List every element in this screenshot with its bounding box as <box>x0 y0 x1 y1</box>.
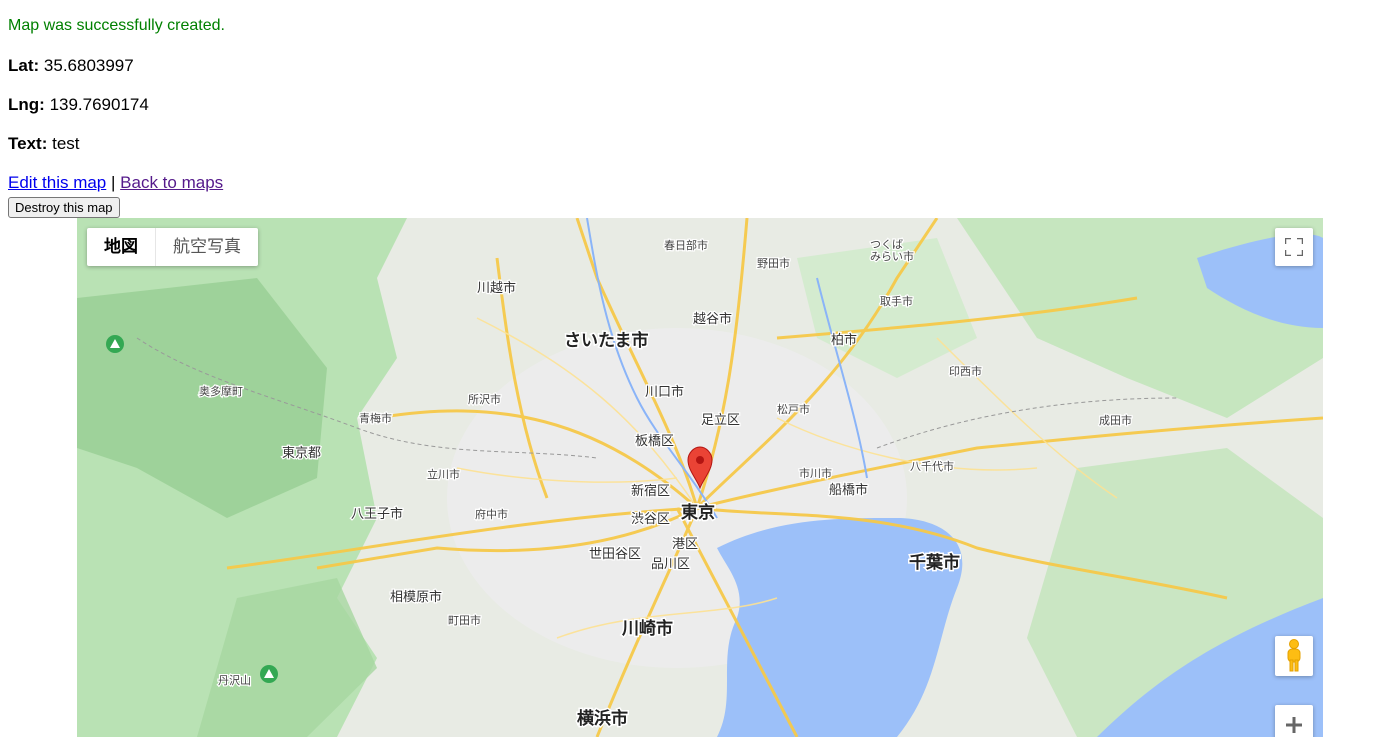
map-label-kasukabe: 春日部市 <box>664 238 708 252</box>
map-label-toride: 取手市 <box>880 294 913 308</box>
map-label-tanzawa: 丹沢山 <box>218 673 251 687</box>
lat-row: Lat: 35.6803997 <box>8 56 134 76</box>
map-label-yachiyo: 八千代市 <box>910 459 954 473</box>
map-base-layer: 東京 さいたま市 千葉市 川崎市 横浜市 川越市 越谷市 川口市 足立区 板橋区… <box>77 218 1323 737</box>
map-label-okutama: 奥多摩町 <box>199 384 243 398</box>
map-label-kawagoe: 川越市 <box>477 280 516 296</box>
map-label-kawaguchi: 川口市 <box>645 384 684 400</box>
map-label-matsudo: 松戸市 <box>777 402 810 416</box>
lng-row: Lng: 139.7690174 <box>8 95 149 115</box>
map-label-tachikawa: 立川市 <box>427 467 460 481</box>
text-label: Text: <box>8 134 48 153</box>
fullscreen-button[interactable] <box>1275 228 1313 266</box>
link-separator: | <box>111 173 116 192</box>
lng-value: 139.7690174 <box>49 95 149 114</box>
map-label-ichikawa: 市川市 <box>799 466 832 480</box>
map-canvas[interactable]: 東京 さいたま市 千葉市 川崎市 横浜市 川越市 越谷市 川口市 足立区 板橋区… <box>77 218 1323 737</box>
text-value: test <box>52 134 80 153</box>
edit-map-link[interactable]: Edit this map <box>8 173 106 192</box>
map-label-shibuya: 渋谷区 <box>631 512 670 527</box>
zoom-in-button[interactable] <box>1275 705 1313 737</box>
map-label-shinagawa: 品川区 <box>651 557 690 572</box>
map-type-control: 地図 航空写真 <box>87 228 258 266</box>
street-view-pegman-button[interactable] <box>1275 636 1313 676</box>
success-notice: Map was successfully created. <box>8 17 225 34</box>
back-to-maps-link[interactable]: Back to maps <box>120 173 223 192</box>
map-label-machida: 町田市 <box>448 613 481 627</box>
map-label-yokohama: 横浜市 <box>577 708 628 729</box>
map-label-inzai: 印西市 <box>949 364 982 378</box>
map-label-minato: 港区 <box>672 537 698 552</box>
map-type-satellite-button[interactable]: 航空写真 <box>156 228 258 266</box>
park-marker-icon <box>106 335 124 353</box>
map-label-adachi: 足立区 <box>701 413 740 428</box>
map-type-map-button[interactable]: 地図 <box>87 228 156 266</box>
map-label-ome: 青梅市 <box>359 411 392 425</box>
action-links: Edit this map | Back to maps <box>8 173 223 193</box>
map-label-hachioji: 八王子市 <box>351 506 403 522</box>
map-label-funabashi: 船橋市 <box>829 482 868 498</box>
lat-value: 35.6803997 <box>43 56 134 75</box>
map-label-narita: 成田市 <box>1099 413 1132 427</box>
map-label-tokyo: 東京 <box>681 502 715 523</box>
map-label-itabashi: 板橋区 <box>635 434 674 449</box>
plus-icon <box>1286 717 1302 733</box>
lat-label: Lat: <box>8 56 40 75</box>
map-label-tokyo-to: 東京都 <box>282 445 321 461</box>
page: Map was successfully created. Lat: 35.68… <box>0 0 1400 737</box>
map-label-saitama: さいたま市 <box>564 330 649 351</box>
map-label-kawasaki: 川崎市 <box>621 618 673 639</box>
pegman-icon <box>1287 639 1301 672</box>
map-label-sagamihara: 相模原市 <box>390 589 442 605</box>
map-label-kashiwa: 柏市 <box>831 332 857 348</box>
map-label-shinjuku: 新宿区 <box>631 483 670 499</box>
text-row: Text: test <box>8 134 80 154</box>
map-label-tokorozawa: 所沢市 <box>468 392 501 406</box>
fullscreen-icon <box>1285 238 1303 256</box>
map-label-chiba: 千葉市 <box>909 552 960 573</box>
map-label-koshigaya: 越谷市 <box>693 311 732 327</box>
map-label-noda: 野田市 <box>757 256 790 270</box>
destroy-map-button[interactable]: Destroy this map <box>8 197 120 218</box>
map-label-fuchu: 府中市 <box>475 507 508 521</box>
map-label-setagaya: 世田谷区 <box>589 547 641 562</box>
park-marker-icon <box>260 665 278 683</box>
lng-label: Lng: <box>8 95 45 114</box>
